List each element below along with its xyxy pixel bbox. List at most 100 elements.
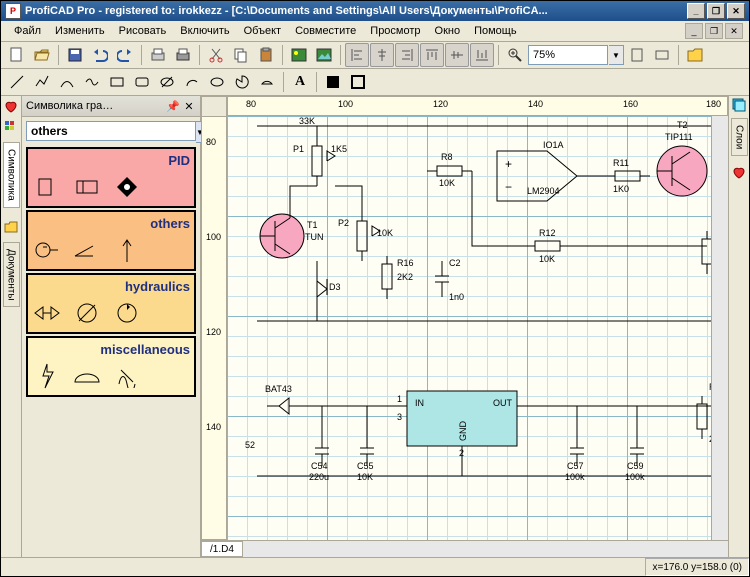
polyline-tool[interactable] <box>30 70 54 94</box>
scrollbar-vertical[interactable] <box>711 116 728 540</box>
lbl-c2: C2 <box>449 258 461 268</box>
text-tool[interactable]: A <box>288 70 312 94</box>
pid-sym-2[interactable] <box>72 174 102 200</box>
undo-button[interactable] <box>88 43 112 67</box>
hyd-sym-1[interactable] <box>32 300 62 326</box>
align-center-h-button[interactable] <box>370 43 394 67</box>
lbl-bat: BAT43 <box>265 384 292 394</box>
others-sym-1[interactable] <box>32 237 62 263</box>
mdi-close-button[interactable]: ✕ <box>725 23 743 39</box>
lbl-r12v: 10K <box>539 254 555 264</box>
category-pid[interactable]: PID <box>26 147 196 208</box>
align-center-v-button[interactable] <box>445 43 469 67</box>
zoom-in-button[interactable] <box>503 43 527 67</box>
roundrect-tool[interactable] <box>130 70 154 94</box>
align-right-button[interactable] <box>395 43 419 67</box>
maximize-button[interactable]: ❐ <box>707 3 725 19</box>
menu-edit[interactable]: Изменить <box>48 23 112 39</box>
open-button[interactable] <box>30 43 54 67</box>
layers-icon[interactable] <box>732 98 746 112</box>
ruler-vertical[interactable]: 80 100 120 140 <box>201 116 227 540</box>
others-sym-3[interactable] <box>112 237 142 263</box>
pid-sym-1[interactable] <box>32 174 62 200</box>
align-top-button[interactable] <box>420 43 444 67</box>
print-preview-button[interactable] <box>146 43 170 67</box>
category-input[interactable] <box>26 121 196 141</box>
window-title: ProfiCAD Pro - registered to: irokkezz -… <box>25 5 685 17</box>
hyd-sym-3[interactable] <box>112 300 142 326</box>
category-miscellaneous[interactable]: miscellaneous <box>26 336 196 397</box>
misc-sym-1[interactable] <box>32 363 62 389</box>
menu-draw[interactable]: Рисовать <box>112 23 174 39</box>
align-left-button[interactable] <box>345 43 369 67</box>
pid-sym-3[interactable] <box>112 174 142 200</box>
image2-button[interactable] <box>312 43 336 67</box>
close-button[interactable]: ✕ <box>727 3 745 19</box>
left-tab-symbols[interactable]: Символика <box>3 142 20 208</box>
zoom-page-button[interactable] <box>625 43 649 67</box>
menu-file[interactable]: Файл <box>7 23 48 39</box>
pie-tool[interactable] <box>230 70 254 94</box>
folder-icon[interactable] <box>2 218 20 236</box>
panel-close-button[interactable]: ✕ <box>182 99 196 113</box>
line-color-button[interactable] <box>346 70 370 94</box>
zoom-combo[interactable]: 75% <box>528 45 608 65</box>
mdi-minimize-button[interactable]: _ <box>685 23 703 39</box>
redo-button[interactable] <box>113 43 137 67</box>
curve-tool[interactable] <box>55 70 79 94</box>
zoom-fit-button[interactable] <box>650 43 674 67</box>
save-button[interactable] <box>63 43 87 67</box>
fill-color-button[interactable] <box>321 70 345 94</box>
menu-insert[interactable]: Включить <box>173 23 236 39</box>
copy-button[interactable] <box>229 43 253 67</box>
zoom-dropdown-button[interactable]: ▼ <box>609 45 624 65</box>
right-tab-layers[interactable]: Слои <box>731 118 748 156</box>
ellipse-tool[interactable] <box>205 70 229 94</box>
others-sym-2[interactable] <box>72 237 102 263</box>
minimize-button[interactable]: _ <box>687 3 705 19</box>
favorites-icon[interactable] <box>2 98 20 116</box>
lbl-in: IN <box>415 398 424 408</box>
menu-view[interactable]: Просмотр <box>363 23 427 39</box>
line-tool[interactable] <box>5 70 29 94</box>
image1-button[interactable] <box>287 43 311 67</box>
cut-button[interactable] <box>204 43 228 67</box>
rect-tool[interactable] <box>105 70 129 94</box>
bezier-tool[interactable] <box>80 70 104 94</box>
print-button[interactable] <box>171 43 195 67</box>
misc-sym-3[interactable] <box>112 363 142 389</box>
category-others[interactable]: others <box>26 210 196 271</box>
menu-help[interactable]: Помощь <box>467 23 524 39</box>
new-button[interactable] <box>5 43 29 67</box>
lbl-c2v: 1n0 <box>449 292 464 302</box>
mdi-restore-button[interactable]: ❐ <box>705 23 723 39</box>
lbl-p2: P2 <box>338 218 349 228</box>
category-combo[interactable]: ▼ <box>26 121 196 143</box>
ruler-horizontal[interactable]: 80 100 120 140 160 180 <box>227 96 728 116</box>
menu-arrange[interactable]: Совместите <box>288 23 363 39</box>
canvas-row: 80 100 120 140 <box>201 116 728 540</box>
chord-tool[interactable] <box>255 70 279 94</box>
palette-icon[interactable] <box>2 118 20 136</box>
sheet-tab[interactable]: /1.D4 <box>201 541 243 557</box>
heart-icon[interactable] <box>732 166 746 180</box>
paste-button[interactable] <box>254 43 278 67</box>
scrollbar-horizontal[interactable]: /1.D4 <box>201 540 728 557</box>
menu-object[interactable]: Объект <box>237 23 288 39</box>
lbl-n3: 3 <box>397 412 402 422</box>
category-hydraulics[interactable]: hydraulics <box>26 273 196 334</box>
ellipse-slash-tool[interactable] <box>155 70 179 94</box>
drawing-canvas[interactable]: +− <box>227 116 711 540</box>
menu-window[interactable]: Окно <box>428 23 468 39</box>
lbl-33k: 33K <box>299 116 315 126</box>
align-bottom-button[interactable] <box>470 43 494 67</box>
left-tab-documents[interactable]: Документы <box>3 242 20 308</box>
pushpin-icon[interactable]: 📌 <box>166 99 180 113</box>
toolbar-standard: 75% ▼ <box>1 42 749 69</box>
lbl-n1: 1 <box>397 394 402 404</box>
arc-tool[interactable] <box>180 70 204 94</box>
folder-yellow-button[interactable] <box>683 43 707 67</box>
hyd-sym-2[interactable] <box>72 300 102 326</box>
category-label: PID <box>32 153 190 168</box>
misc-sym-2[interactable] <box>72 363 102 389</box>
